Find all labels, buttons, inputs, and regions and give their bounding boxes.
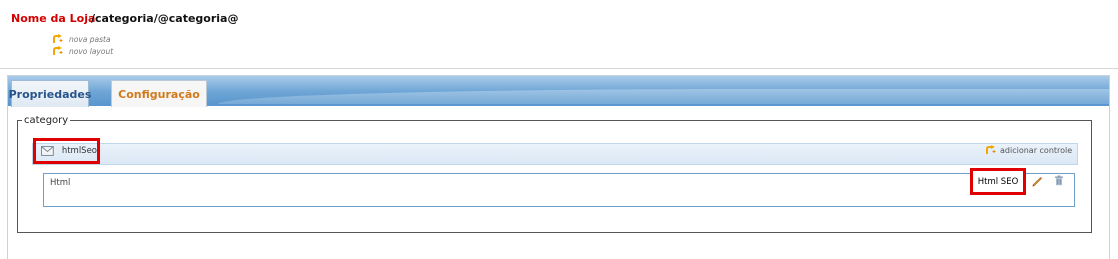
- control-label-highlight[interactable]: Html SEO: [970, 168, 1026, 195]
- tab-configuration[interactable]: Configuração: [111, 80, 207, 107]
- tab-properties[interactable]: Propriedades: [9, 80, 91, 107]
- control-header-bar: [32, 143, 1078, 165]
- store-name: Nome da Loja: [11, 12, 96, 25]
- add-arrow-icon: [53, 46, 63, 55]
- add-control-label: adicionar controle: [1000, 145, 1073, 155]
- new-layout-link[interactable]: novo layout: [53, 46, 113, 56]
- mail-icon: [41, 146, 54, 156]
- add-control-link[interactable]: adicionar controle: [986, 145, 1072, 155]
- tab-bar: Propriedades Configuração: [8, 76, 1109, 107]
- new-folder-label: nova pasta: [69, 34, 111, 44]
- add-arrow-icon: [986, 145, 996, 154]
- control-type-label: Html: [50, 178, 71, 188]
- page-path: /categoria/@categoria@: [91, 12, 239, 25]
- control-name: htmlSeo: [61, 146, 97, 156]
- add-arrow-icon: [53, 34, 63, 43]
- tab-bar-decoration: [218, 89, 1109, 104]
- new-folder-link[interactable]: nova pasta: [53, 34, 111, 44]
- new-layout-label: novo layout: [69, 46, 114, 56]
- control-label: Html SEO: [977, 176, 1019, 187]
- control-name-highlight[interactable]: htmlSeo: [33, 138, 100, 164]
- page-header: Nome da Loja /categoria/@categoria@ nova…: [0, 0, 1118, 69]
- control-row: [43, 173, 1075, 207]
- category-legend: category: [24, 115, 69, 126]
- edit-icon[interactable]: [1031, 175, 1043, 187]
- delete-icon[interactable]: [1054, 175, 1064, 186]
